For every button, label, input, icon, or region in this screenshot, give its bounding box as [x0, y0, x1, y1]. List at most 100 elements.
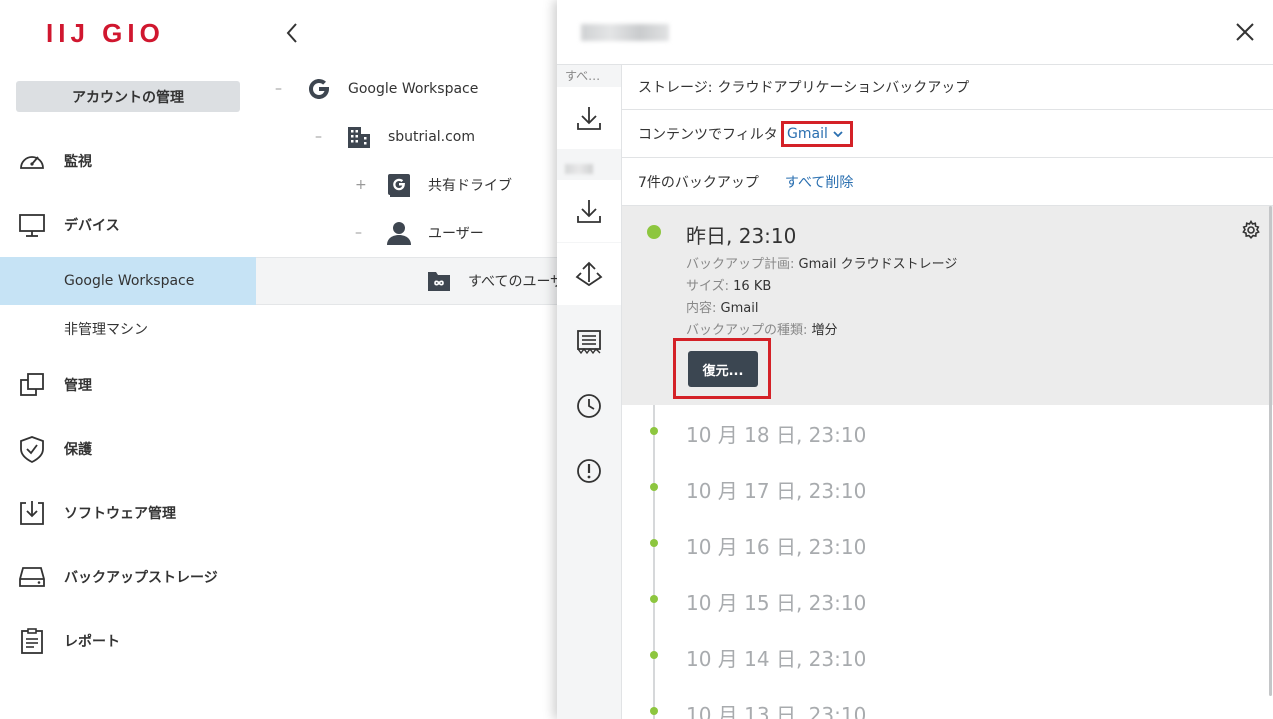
sidebar-item-devices[interactable]: デバイス	[0, 201, 256, 249]
backup-size: サイズ: 16 KB	[686, 279, 772, 294]
backup-item-date[interactable]: 10 月 16 日, 23:10	[686, 531, 866, 560]
backup-item-date[interactable]: 10 月 17 日, 23:10	[686, 475, 866, 504]
backup-item-date[interactable]: 10 月 15 日, 23:10	[686, 587, 866, 616]
sidebar-item-google-workspace[interactable]: Google Workspace	[0, 257, 256, 305]
timeline-dot	[650, 483, 658, 491]
report-list-icon	[577, 330, 601, 355]
shield-check-icon	[16, 433, 48, 465]
account-management-button[interactable]: アカウントの管理	[16, 81, 240, 112]
sidebar-item-monitoring[interactable]: 監視	[0, 137, 256, 185]
tree-item-label: ユーザー	[428, 226, 484, 242]
layers-icon	[16, 369, 48, 401]
brand-logo: IIJ GIO	[46, 18, 165, 48]
gear-icon	[1242, 219, 1260, 239]
tree-item-all-users[interactable]: すべてのユーザ	[256, 257, 564, 305]
action-strip: すべ…	[557, 65, 622, 719]
timeline-dot	[645, 223, 663, 241]
backup-contents: 内容: Gmail	[686, 301, 759, 316]
tree-item-label: すべてのユーザ	[468, 274, 565, 290]
content-filter-dropdown[interactable]: Gmail	[781, 121, 853, 147]
sidebar-item-label: 保護	[64, 442, 92, 458]
sidebar-item-label: バックアップストレージ	[64, 570, 218, 586]
backup-count: 7件のバックアップ	[638, 174, 759, 191]
panel-header	[557, 0, 1273, 65]
filter-label: コンテンツでフィルタ	[638, 126, 778, 143]
alerts-button[interactable]	[557, 440, 621, 502]
collapse-toggle[interactable]: –	[355, 225, 362, 241]
scrollbar[interactable]	[1269, 206, 1272, 696]
tree-item-label: sbutrial.com	[388, 129, 476, 145]
backup-item-date[interactable]: 10 月 18 日, 23:10	[686, 419, 866, 448]
timeline-dot	[650, 595, 658, 603]
backup-item-latest[interactable]: 昨日, 23:10 バックアップ計画: Gmail クラウドストレージ サイズ:…	[622, 206, 1273, 405]
app-root: IIJ GIO アカウントの管理 監視 デバイス Google Workspac…	[0, 0, 1273, 719]
sidebar-item-software-management[interactable]: ソフトウェア管理	[0, 489, 256, 537]
sidebar-item-unmanaged-machines[interactable]: 非管理マシン	[0, 305, 256, 353]
sidebar-item-management[interactable]: 管理	[0, 361, 256, 409]
tree-item-shared-drives[interactable]: + 共有ドライブ	[256, 161, 557, 209]
download-icon	[577, 107, 601, 130]
backup-settings-button[interactable]	[1241, 219, 1261, 240]
alert-icon	[577, 459, 601, 483]
all-users-icon	[425, 267, 453, 295]
restore-highlight: 復元...	[673, 338, 771, 399]
backup-now-button[interactable]	[557, 87, 621, 149]
close-button[interactable]	[1233, 20, 1257, 44]
sidebar-item-label: 監視	[64, 154, 92, 170]
download-icon	[577, 200, 601, 223]
user-icon	[385, 219, 413, 247]
backup-plan: バックアップ計画: Gmail クラウドストレージ	[686, 257, 958, 272]
drive-icon	[16, 561, 48, 593]
timeline-dot	[650, 539, 658, 547]
sidebar-item-reports[interactable]: レポート	[0, 617, 256, 665]
collapse-toggle[interactable]: –	[315, 129, 322, 145]
backup-content: ストレージ: クラウドアプリケーションバックアップ コンテンツでフィルタ Gma…	[622, 65, 1273, 719]
collapse-toggle[interactable]: –	[275, 81, 282, 97]
sidebar-item-protection[interactable]: 保護	[0, 425, 256, 473]
redacted-user-name	[581, 24, 669, 41]
chevron-down-icon	[833, 131, 843, 138]
backup-item-date[interactable]: 10 月 13 日, 23:10	[686, 699, 866, 719]
sidebar-item-label: ソフトウェア管理	[64, 506, 176, 522]
strip-caption: すべ…	[565, 69, 601, 83]
back-button[interactable]	[282, 20, 302, 46]
backup-detail-panel: すべ… ストレージ: クラウドアプリケーションバックアップ コンテンツでフィルタ…	[557, 0, 1273, 719]
sidebar-item-label: 管理	[64, 378, 92, 394]
backup-summary-row: 7件のバックアップ すべて削除	[622, 158, 1273, 206]
google-icon	[305, 75, 333, 103]
timeline-dot	[650, 651, 658, 659]
sidebar: IIJ GIO アカウントの管理 監視 デバイス Google Workspac…	[0, 0, 256, 719]
restore-button[interactable]: 復元...	[688, 351, 758, 387]
software-download-icon	[16, 497, 48, 529]
shared-drive-icon	[385, 171, 413, 199]
backup-item-date[interactable]: 10 月 14 日, 23:10	[686, 643, 866, 672]
tree-item-label: 共有ドライブ	[428, 178, 512, 194]
backup-date: 昨日, 23:10	[686, 224, 797, 248]
tree-item-label: Google Workspace	[348, 81, 479, 97]
upload-recovery-icon	[575, 261, 603, 287]
sidebar-item-label: Google Workspace	[64, 273, 195, 289]
storage-label: ストレージ:	[638, 80, 713, 96]
backup-timeline: 昨日, 23:10 バックアップ計画: Gmail クラウドストレージ サイズ:…	[622, 206, 1273, 719]
storage-row: ストレージ: クラウドアプリケーションバックアップ	[622, 65, 1273, 110]
sidebar-item-backup-storage[interactable]: バックアップストレージ	[0, 553, 256, 601]
history-button[interactable]	[557, 375, 621, 437]
tree-item-google-workspace[interactable]: – Google Workspace	[256, 65, 557, 113]
recovery-button[interactable]	[557, 243, 621, 305]
delete-all-link[interactable]: すべて削除	[785, 172, 853, 192]
timeline-dot	[650, 427, 658, 435]
timeline-dot	[650, 707, 658, 715]
activities-button[interactable]	[557, 310, 621, 372]
close-icon	[1236, 23, 1254, 41]
backup-button[interactable]	[557, 180, 621, 242]
strip-caption-redacted	[557, 157, 621, 179]
sidebar-item-label: 非管理マシン	[64, 322, 148, 338]
backup-type: バックアップの種類: 増分	[686, 323, 838, 338]
clock-icon	[577, 394, 601, 418]
building-icon	[345, 123, 373, 151]
dashboard-icon	[16, 145, 48, 177]
tree-item-domain[interactable]: – sbutrial.com	[256, 113, 557, 161]
expand-toggle[interactable]: +	[355, 177, 367, 193]
filter-value: Gmail	[787, 126, 828, 142]
tree-item-users[interactable]: – ユーザー	[256, 209, 557, 257]
